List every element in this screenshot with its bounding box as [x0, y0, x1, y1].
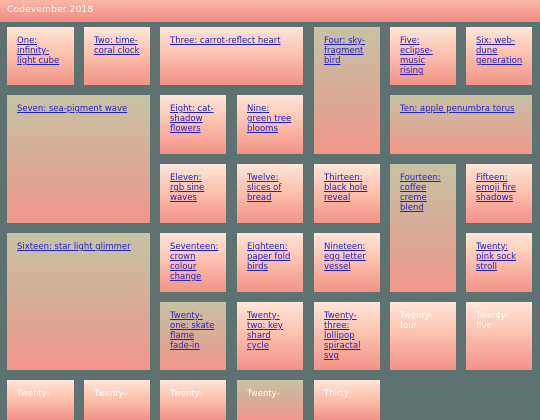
day-label: Twenty- [94, 389, 127, 399]
day-link[interactable]: Fifteen: emoji fire shadows [476, 173, 516, 203]
day-tile[interactable]: Three: carrot-reflect heart [160, 27, 303, 85]
day-tile[interactable]: Sixteen: star light glimmer [7, 233, 150, 370]
day-tile: Twenty- [7, 380, 74, 420]
day-tile[interactable]: One: infinity-light cube [7, 27, 74, 85]
day-tile[interactable]: Twenty-two: key shard cycle [237, 302, 303, 370]
day-tile: Twenty-four [390, 302, 456, 370]
day-link[interactable]: One: infinity-light cube [17, 36, 59, 66]
day-tile: Thirty [314, 380, 380, 420]
day-link[interactable]: Nine: green tree blooms [247, 104, 291, 134]
day-link[interactable]: Eighteen: paper fold birds [247, 242, 290, 272]
day-tile[interactable]: Eighteen: paper fold birds [237, 233, 303, 292]
day-tile[interactable]: Twenty-one: skate flame fade-in [160, 302, 226, 370]
day-tile[interactable]: Eight: cat-shadow flowers [160, 95, 226, 154]
day-tile[interactable]: Eleven: rgb sine waves [160, 164, 226, 223]
day-tile[interactable]: Two: time-coral clock [84, 27, 150, 85]
day-link[interactable]: Twenty-two: key shard cycle [247, 311, 283, 351]
day-link[interactable]: Seventeen: crown colour change [170, 242, 218, 282]
day-link[interactable]: Two: time-coral clock [94, 36, 139, 56]
day-tile[interactable]: Fourteen: coffee creme blend [390, 164, 456, 292]
day-link[interactable]: Fourteen: coffee creme blend [400, 173, 441, 213]
day-tile[interactable]: Thirteen: black hole reveal [314, 164, 380, 223]
day-label: Twenty- [170, 389, 203, 399]
day-tile[interactable]: Seventeen: crown colour change [160, 233, 226, 292]
day-tile[interactable]: Nineteen: egg letter vessel [314, 233, 380, 292]
day-link[interactable]: Eight: cat-shadow flowers [170, 104, 214, 134]
day-tile[interactable]: Ten: apple penumbra torus [390, 95, 532, 154]
day-link[interactable]: Nineteen: egg letter vessel [324, 242, 366, 272]
day-link[interactable]: Eleven: rgb sine waves [170, 173, 204, 203]
day-tile[interactable]: Seven: sea-pigment wave [7, 95, 150, 223]
day-link[interactable]: Thirteen: black hole reveal [324, 173, 367, 203]
day-tile[interactable]: Five: eclipse-music rising [390, 27, 456, 85]
day-label: Thirty [324, 389, 349, 399]
day-tile[interactable]: Fifteen: emoji fire shadows [466, 164, 532, 223]
day-link[interactable]: Six: web-dune generation [476, 36, 522, 66]
day-tile[interactable]: Twenty: pink sock stroll [466, 233, 532, 292]
day-tile[interactable]: Nine: green tree blooms [237, 95, 303, 154]
day-link[interactable]: Four: sky-fragment bird [324, 36, 365, 66]
day-tile[interactable]: Six: web-dune generation [466, 27, 532, 85]
day-link[interactable]: Five: eclipse-music rising [400, 36, 433, 76]
day-link[interactable]: Twenty-one: skate flame fade-in [170, 311, 214, 351]
day-tile[interactable]: Twenty-three: lollipop spiractal svg [314, 302, 380, 370]
day-label: Twenty- [247, 389, 280, 399]
day-tile[interactable]: Twelve: slices of bread [237, 164, 303, 223]
day-label: Twenty-five [476, 311, 509, 331]
day-link[interactable]: Twenty: pink sock stroll [476, 242, 516, 272]
day-link[interactable]: Three: carrot-reflect heart [170, 36, 281, 46]
day-link[interactable]: Twelve: slices of bread [247, 173, 281, 203]
day-link[interactable]: Seven: sea-pigment wave [17, 104, 127, 114]
day-tile[interactable]: Four: sky-fragment bird [314, 27, 380, 154]
day-link[interactable]: Ten: apple penumbra torus [400, 104, 515, 114]
day-label: Twenty-four [400, 311, 433, 331]
day-tile: Twenty-five [466, 302, 532, 370]
tile-grid: One: infinity-light cube Two: time-coral … [0, 0, 540, 420]
day-link[interactable]: Sixteen: star light glimmer [17, 242, 131, 252]
day-tile: Twenty- [160, 380, 226, 420]
day-link[interactable]: Twenty-three: lollipop spiractal svg [324, 311, 360, 361]
day-tile: Twenty- [237, 380, 303, 420]
day-label: Twenty- [17, 389, 50, 399]
day-tile: Twenty- [84, 380, 150, 420]
